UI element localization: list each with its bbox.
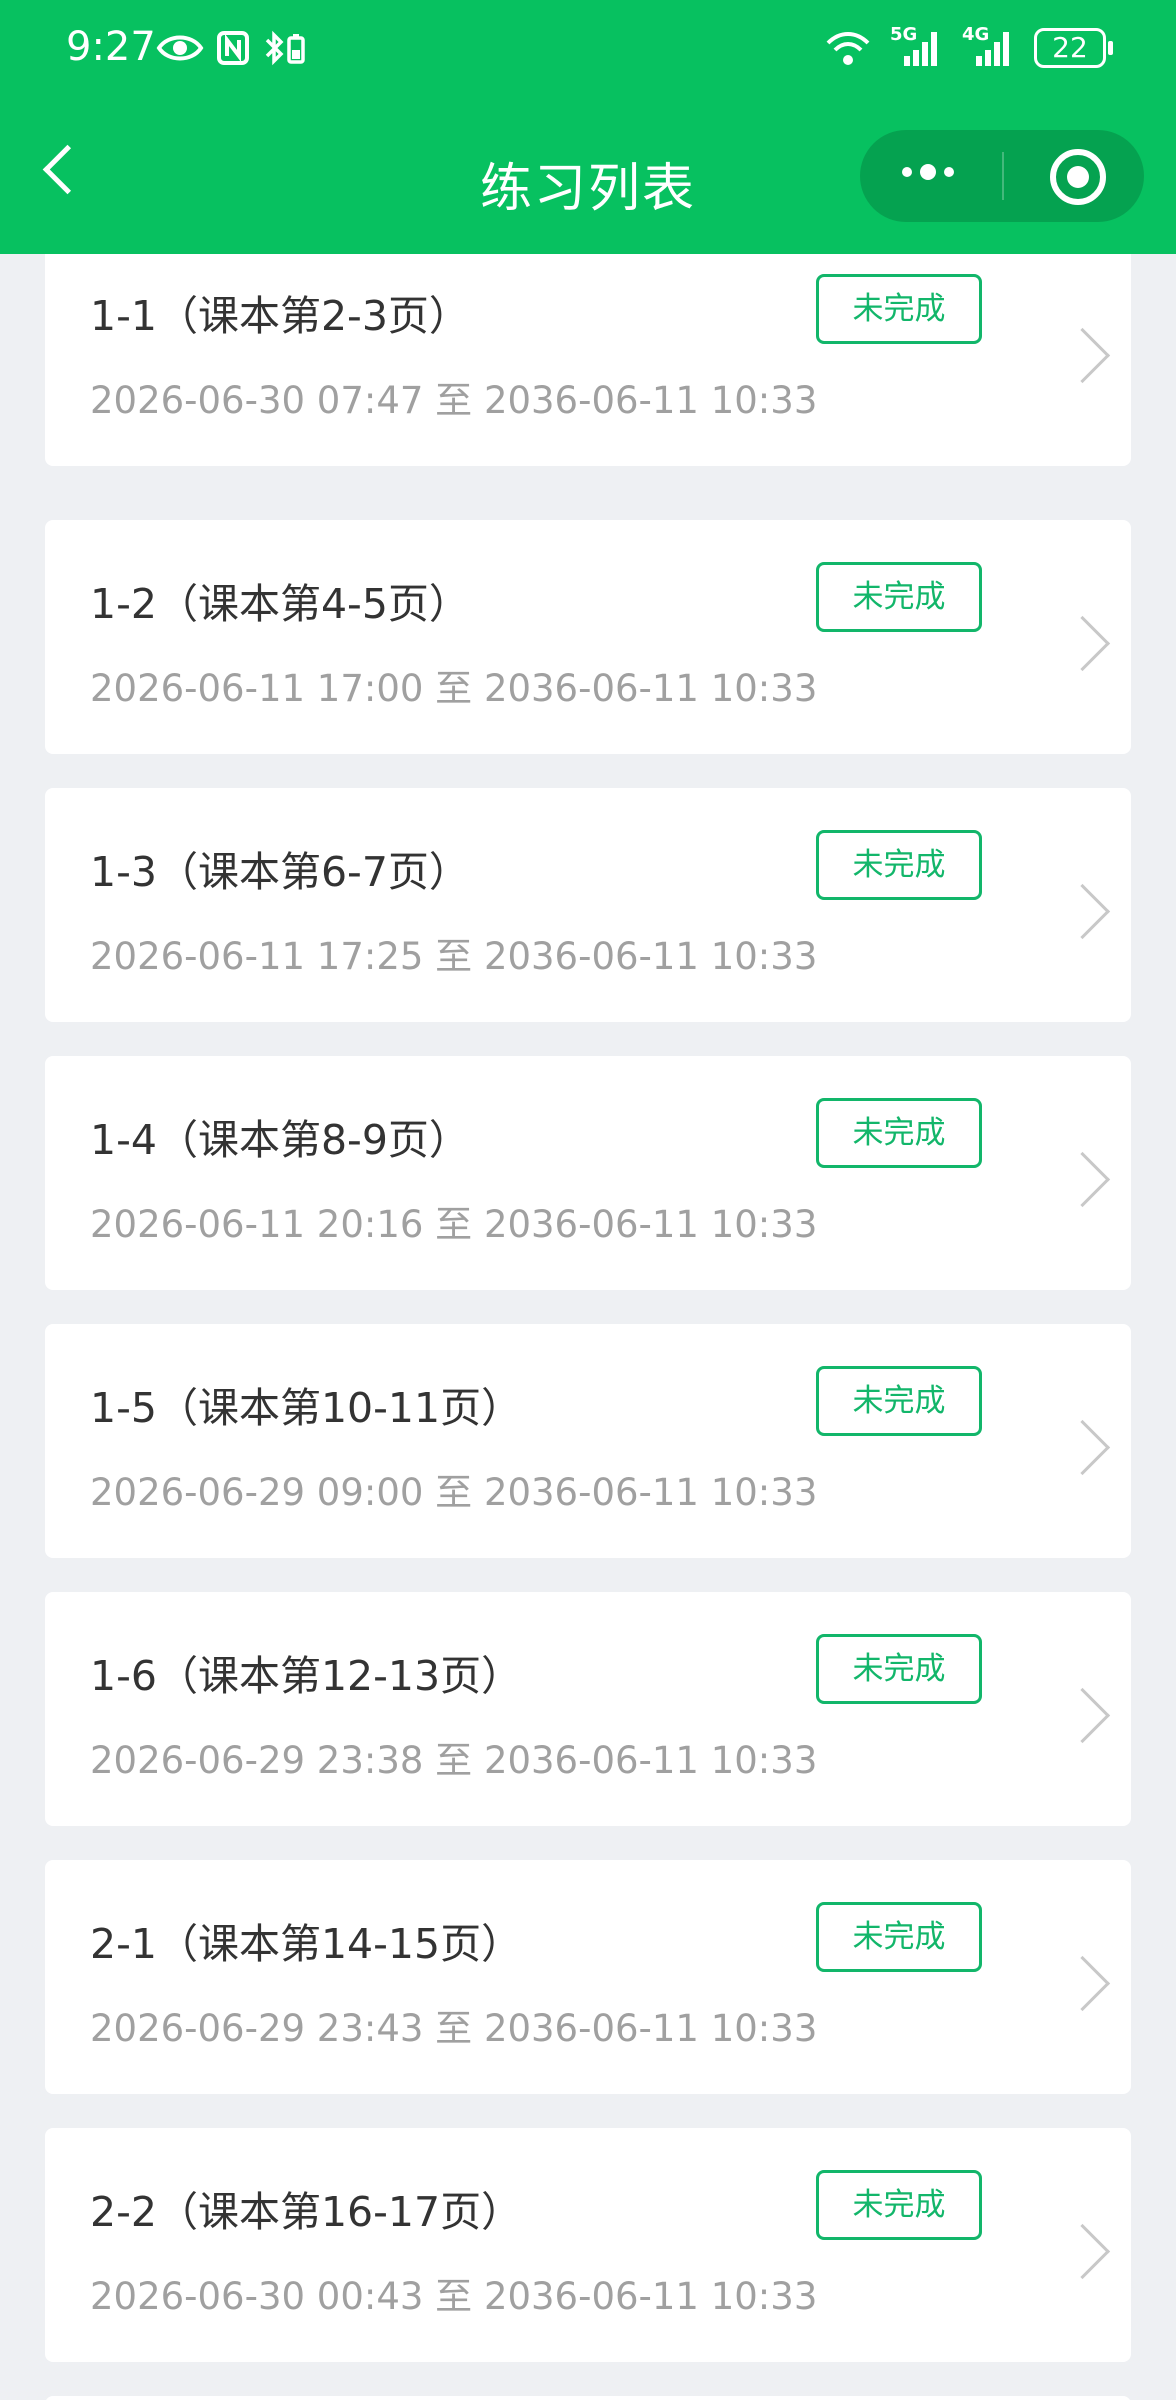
status-bar: 9:27 5G 4G 22 (0, 0, 1176, 100)
target-icon[interactable] (1050, 149, 1106, 205)
status-badge: 未完成 (816, 2170, 982, 2240)
list-item[interactable]: 2-2（课本第16-17页） 2026-06-30 00:43 至 2036-0… (45, 2128, 1131, 2362)
chevron-right-icon (1054, 1955, 1111, 2012)
signal-5g-icon: 5G (890, 24, 944, 68)
list-item[interactable]: 1-5（课本第10-11页） 2026-06-29 09:00 至 2036-0… (45, 1324, 1131, 1558)
list-item[interactable]: 1-2（课本第4-5页） 2026-06-11 17:00 至 2036-06-… (45, 520, 1131, 754)
status-time: 9:27 (66, 24, 156, 70)
chevron-right-icon (1054, 327, 1111, 384)
signal-4g-icon: 4G (962, 24, 1016, 68)
item-title: 2-1（课本第14-15页） (90, 1920, 523, 1968)
status-badge: 未完成 (816, 830, 982, 900)
item-title: 2-2（课本第16-17页） (90, 2188, 523, 2236)
top-bar: 9:27 5G 4G 22 练习列表 (0, 0, 1176, 254)
chevron-right-icon (1054, 883, 1111, 940)
list-item[interactable]: 1-3（课本第6-7页） 2026-06-11 17:25 至 2036-06-… (45, 788, 1131, 1022)
item-time-range: 2026-06-29 09:00 至 2036-06-11 10:33 (90, 1471, 818, 1514)
chevron-right-icon (1054, 2223, 1111, 2280)
item-title: 1-6（课本第12-13页） (90, 1652, 523, 1700)
chevron-right-icon (1054, 1151, 1111, 1208)
item-title: 1-5（课本第10-11页） (90, 1384, 523, 1432)
chevron-right-icon (1054, 615, 1111, 672)
item-time-range: 2026-06-30 07:47 至 2036-06-11 10:33 (90, 379, 818, 422)
list-item[interactable]: 2-1（课本第14-15页） 2026-06-29 23:43 至 2036-0… (45, 1860, 1131, 2094)
list-item[interactable]: 1-6（课本第12-13页） 2026-06-29 23:38 至 2036-0… (45, 1592, 1131, 1826)
wifi-icon (826, 32, 870, 65)
item-time-range: 2026-06-11 17:25 至 2036-06-11 10:33 (90, 935, 818, 978)
item-title: 1-1（课本第2-3页） (90, 292, 470, 340)
status-badge: 未完成 (816, 274, 982, 344)
nfc-icon (217, 31, 249, 65)
status-badge: 未完成 (816, 562, 982, 632)
status-left-icons (156, 30, 308, 66)
eye-icon (156, 35, 204, 61)
practice-list: 1-1（课本第2-3页） 2026-06-30 07:47 至 2036-06-… (0, 254, 1176, 2400)
nav-bar: 练习列表 (0, 100, 1176, 254)
item-time-range: 2026-06-30 00:43 至 2036-06-11 10:33 (90, 2275, 818, 2318)
item-time-range: 2026-06-11 20:16 至 2036-06-11 10:33 (90, 1203, 818, 1246)
status-badge: 未完成 (816, 1098, 982, 1168)
bluetooth-battery-icon (265, 30, 305, 66)
item-time-range: 2026-06-29 23:43 至 2036-06-11 10:33 (90, 2007, 818, 2050)
list-item-partial[interactable] (45, 2396, 1131, 2400)
chevron-right-icon (1054, 1687, 1111, 1744)
capsule-divider (1002, 152, 1004, 200)
mini-program-capsule (860, 130, 1144, 222)
status-badge: 未完成 (816, 1366, 982, 1436)
item-title: 1-2（课本第4-5页） (90, 580, 470, 628)
battery-indicator: 22 (1034, 28, 1113, 68)
item-time-range: 2026-06-29 23:38 至 2036-06-11 10:33 (90, 1739, 818, 1782)
item-time-range: 2026-06-11 17:00 至 2036-06-11 10:33 (90, 667, 818, 710)
status-right-icons: 5G 4G 22 (824, 24, 1113, 68)
status-badge: 未完成 (816, 1902, 982, 1972)
more-dots-icon[interactable] (902, 164, 954, 180)
item-title: 1-4（课本第8-9页） (90, 1116, 470, 1164)
chevron-right-icon (1054, 1419, 1111, 1476)
item-title: 1-3（课本第6-7页） (90, 848, 470, 896)
list-item[interactable]: 1-1（课本第2-3页） 2026-06-30 07:47 至 2036-06-… (45, 254, 1131, 466)
list-item[interactable]: 1-4（课本第8-9页） 2026-06-11 20:16 至 2036-06-… (45, 1056, 1131, 1290)
status-badge: 未完成 (816, 1634, 982, 1704)
